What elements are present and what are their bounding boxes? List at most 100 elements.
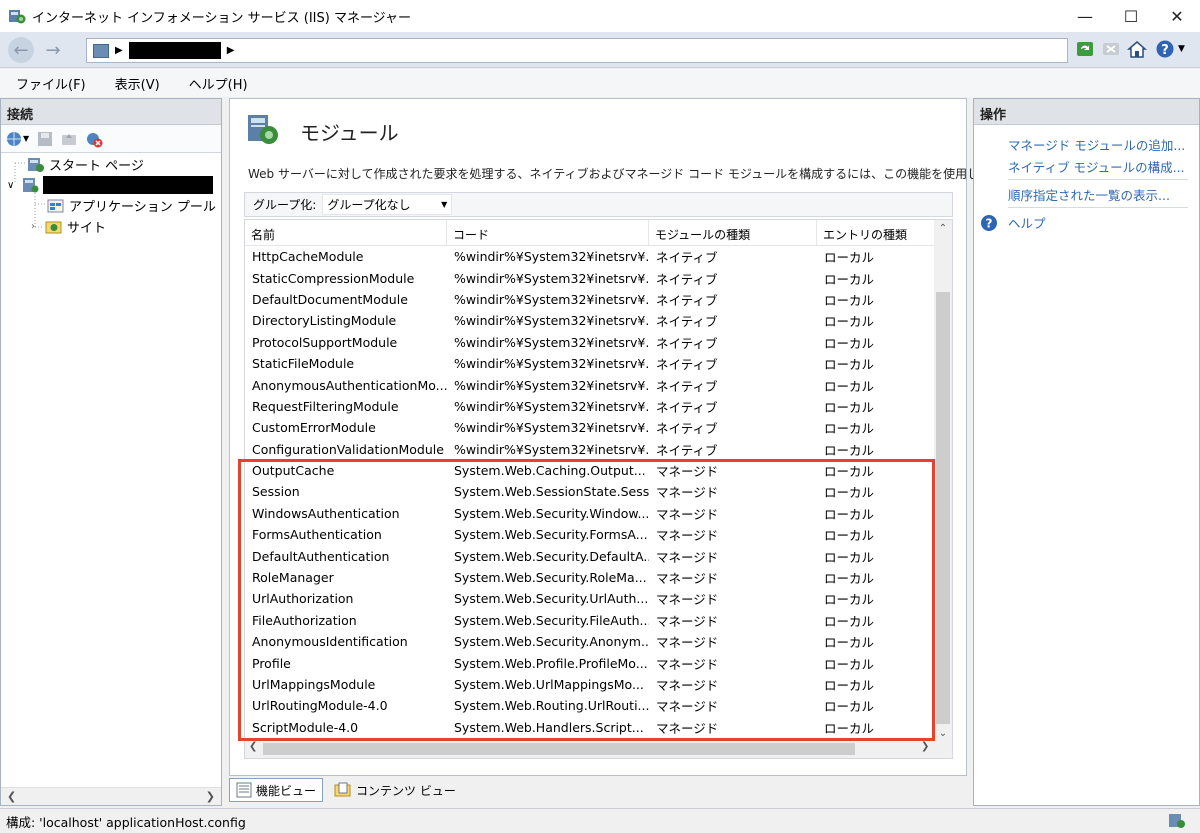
cell-name: UrlRoutingModule-4.0 bbox=[252, 698, 388, 714]
cell-name: WindowsAuthentication bbox=[252, 505, 400, 521]
back-button[interactable]: ← bbox=[8, 37, 34, 63]
address-box[interactable]: ▶ ▶ bbox=[86, 38, 1068, 63]
cell-module-type: ネイティブ bbox=[656, 378, 718, 394]
chevron-right-icon[interactable]: › bbox=[31, 221, 45, 232]
group-by-value: グループ化なし bbox=[327, 198, 411, 212]
table-row[interactable]: ScriptModule-4.0 System.Web.Handlers.Scri… bbox=[245, 717, 935, 738]
table-row[interactable]: StaticCompressionModule %windir%¥System32… bbox=[245, 267, 935, 288]
tree-label-start-page: スタート ページ bbox=[49, 159, 144, 174]
cell-entry-type: ローカル bbox=[824, 656, 875, 672]
cell-module-type: マネージド bbox=[656, 528, 719, 544]
cell-module-type: ネイティブ bbox=[656, 314, 718, 330]
action-help[interactable]: ? ヘルプ bbox=[980, 213, 1046, 232]
stop-button[interactable] bbox=[1100, 38, 1122, 60]
table-row[interactable]: DefaultDocumentModule %windir%¥System32¥i… bbox=[245, 289, 935, 310]
tree-label-sites: サイト bbox=[67, 221, 107, 236]
table-row[interactable]: UrlRoutingModule-4.0 System.Web.Routing.U… bbox=[245, 695, 935, 716]
tab-content-view[interactable]: コンテンツ ビュー bbox=[327, 778, 463, 802]
table-row[interactable]: FormsAuthentication System.Web.Security.F… bbox=[245, 524, 935, 545]
menu-help[interactable]: ヘルプ(H) bbox=[173, 74, 261, 93]
address-bar: ← → ▶ ▶ ? ▼ bbox=[0, 32, 1200, 68]
menu-view[interactable]: 表示(V) bbox=[99, 74, 173, 93]
cell-module-type: マネージド bbox=[656, 613, 719, 629]
vscroll-thumb[interactable] bbox=[936, 292, 950, 724]
cell-code: System.Web.Routing.UrlRouti... bbox=[454, 698, 649, 714]
connect-button[interactable]: ▼ bbox=[5, 130, 29, 148]
table-row[interactable]: ConfigurationValidationModule %windir%¥Sy… bbox=[245, 439, 935, 460]
tree-start-page[interactable]: スタート ページ bbox=[27, 155, 144, 174]
tree-app-pools[interactable]: アプリケーション プール bbox=[47, 196, 216, 215]
modules-table: 名前 コード ⌃ モジュールの種類 エントリの種類 HttpCacheModul… bbox=[244, 219, 953, 759]
connections-hscrollbar[interactable]: ❮ ❯ bbox=[1, 787, 221, 805]
table-vscrollbar[interactable]: ⌃ ⌄ bbox=[934, 220, 952, 742]
address-separator[interactable]: ▶ bbox=[115, 45, 123, 56]
menu-file[interactable]: ファイル(F) bbox=[0, 74, 99, 93]
maximize-button[interactable]: ☐ bbox=[1108, 0, 1154, 32]
save-icon[interactable] bbox=[37, 131, 53, 147]
up-folder-icon[interactable] bbox=[61, 131, 77, 147]
scroll-left-icon[interactable]: ❮ bbox=[7, 790, 16, 803]
action-add-managed-module[interactable]: マネージド モジュールの追加... bbox=[1008, 135, 1185, 154]
scroll-up-icon[interactable]: ⌃ bbox=[934, 223, 952, 234]
forward-button[interactable]: → bbox=[40, 37, 66, 63]
column-header-code[interactable]: コード bbox=[447, 220, 649, 245]
cell-name: Profile bbox=[252, 655, 291, 671]
cell-module-type: ネイティブ bbox=[656, 399, 718, 415]
column-header-name[interactable]: 名前 bbox=[245, 220, 447, 245]
table-row[interactable]: StaticFileModule %windir%¥System32¥inetsr… bbox=[245, 353, 935, 374]
table-row[interactable]: DefaultAuthentication System.Web.Security… bbox=[245, 545, 935, 566]
minimize-button[interactable]: — bbox=[1062, 0, 1108, 32]
cell-name: AnonymousAuthenticationMo... bbox=[252, 377, 447, 393]
address-separator-2[interactable]: ▶ bbox=[227, 45, 235, 56]
server-icon bbox=[21, 177, 39, 193]
connect-globe-icon bbox=[7, 131, 21, 146]
cell-module-type: マネージド bbox=[656, 699, 719, 715]
tree-server[interactable]: ∨ bbox=[7, 176, 213, 194]
chevron-down-icon[interactable]: ∨ bbox=[7, 180, 21, 191]
tree-sites[interactable]: › サイト bbox=[31, 217, 106, 236]
table-row[interactable]: CustomErrorModule %windir%¥System32¥inets… bbox=[245, 417, 935, 438]
table-row[interactable]: Profile System.Web.Profile.ProfileMo... マネ… bbox=[245, 652, 935, 673]
actions-header: 操作 bbox=[974, 99, 1199, 125]
cell-code: %windir%¥System32¥inetsrv¥... bbox=[454, 441, 649, 457]
close-button[interactable]: ✕ bbox=[1154, 0, 1200, 32]
scroll-right-icon[interactable]: ❯ bbox=[921, 741, 929, 752]
scroll-left-icon[interactable]: ❮ bbox=[249, 741, 257, 752]
cell-entry-type: ローカル bbox=[824, 571, 875, 587]
cell-code: System.Web.Security.Anonym... bbox=[454, 634, 649, 650]
table-row[interactable]: WindowsAuthentication System.Web.Security… bbox=[245, 503, 935, 524]
table-row[interactable]: OutputCache System.Web.Caching.Output... マ… bbox=[245, 460, 935, 481]
help-dropdown-button[interactable]: ? ▼ bbox=[1152, 38, 1188, 60]
column-header-module-type[interactable]: ⌃ モジュールの種類 bbox=[649, 220, 817, 245]
hscroll-thumb[interactable] bbox=[263, 743, 855, 755]
cell-entry-type: ローカル bbox=[824, 485, 875, 501]
table-row[interactable]: UrlMappingsModule System.Web.UrlMappingsM… bbox=[245, 674, 935, 695]
table-row[interactable]: AnonymousIdentification System.Web.Securi… bbox=[245, 631, 935, 652]
group-by-label: グループ化: bbox=[253, 198, 317, 212]
table-row[interactable]: Session System.Web.SessionState.Sess... マネ… bbox=[245, 481, 935, 502]
group-by-select[interactable]: グループ化なし ▼ bbox=[322, 194, 453, 215]
column-header-entry-type[interactable]: エントリの種類 bbox=[817, 220, 935, 245]
home-button[interactable] bbox=[1126, 38, 1148, 60]
table-row[interactable]: HttpCacheModule %windir%¥System32¥inetsrv… bbox=[245, 246, 935, 267]
table-row[interactable]: RoleManager System.Web.Security.RoleMa...… bbox=[245, 567, 935, 588]
tree-label-app-pools: アプリケーション プール bbox=[69, 200, 216, 215]
redacted-server-name bbox=[43, 176, 213, 194]
action-view-ordered-list[interactable]: 順序指定された一覧の表示... bbox=[1008, 185, 1170, 204]
table-row[interactable]: FileAuthorization System.Web.Security.Fil… bbox=[245, 610, 935, 631]
scroll-right-icon[interactable]: ❯ bbox=[206, 790, 215, 803]
refresh-button[interactable] bbox=[1074, 38, 1096, 60]
scroll-down-icon[interactable]: ⌄ bbox=[934, 728, 952, 739]
table-row[interactable]: ProtocolSupportModule %windir%¥System32¥i… bbox=[245, 332, 935, 353]
table-row[interactable]: RequestFilteringModule %windir%¥System32¥… bbox=[245, 396, 935, 417]
tab-features-view[interactable]: 機能ビュー bbox=[229, 778, 324, 802]
action-configure-native-modules[interactable]: ネイティブ モジュールの構成... bbox=[1008, 157, 1185, 176]
table-hscrollbar[interactable]: ❮ ❯ bbox=[245, 740, 952, 758]
table-row[interactable]: DirectoryListingModule %windir%¥System32¥… bbox=[245, 310, 935, 331]
start-page-icon bbox=[27, 157, 45, 173]
disconnect-icon[interactable] bbox=[85, 130, 103, 148]
cell-code: %windir%¥System32¥inetsrv¥... bbox=[454, 249, 649, 265]
cell-name: StaticFileModule bbox=[252, 356, 355, 372]
table-row[interactable]: AnonymousAuthenticationMo... %windir%¥Sys… bbox=[245, 374, 935, 395]
table-row[interactable]: UrlAuthorization System.Web.Security.UrlA… bbox=[245, 588, 935, 609]
